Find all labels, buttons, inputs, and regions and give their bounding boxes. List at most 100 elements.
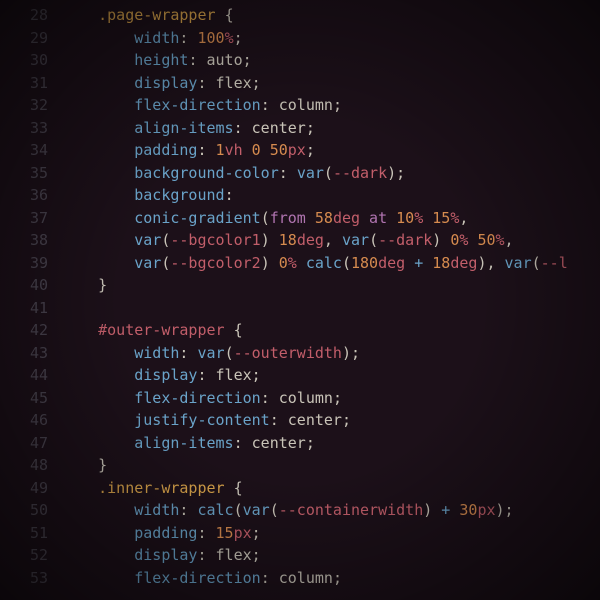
token: --dark xyxy=(333,164,387,182)
line-code[interactable]: display: flex; xyxy=(62,72,600,95)
code-line[interactable]: 50 width: calc(var(--containerwidth) + 3… xyxy=(0,499,600,522)
token: ; xyxy=(234,29,243,47)
line-code[interactable]: conic-gradient(from 58deg at 10% 15%, xyxy=(62,207,600,230)
code-line[interactable]: 40 } xyxy=(0,274,600,297)
line-number: 31 xyxy=(0,72,62,95)
line-code[interactable]: var(--bgcolor1) 18deg, var(--dark) 0% 50… xyxy=(62,229,600,252)
line-code[interactable]: width: var(--outerwidth); xyxy=(62,342,600,365)
code-line[interactable]: 35 background-color: var(--dark); xyxy=(0,162,600,185)
code-line[interactable]: 42 #outer-wrapper { xyxy=(0,319,600,342)
code-line[interactable]: 43 width: var(--outerwidth); xyxy=(0,342,600,365)
code-line[interactable]: 46 justify-content: center; xyxy=(0,409,600,432)
token: : xyxy=(279,164,297,182)
code-line[interactable]: 51 padding: 15px; xyxy=(0,522,600,545)
token: var xyxy=(342,231,369,249)
code-line[interactable]: 41 xyxy=(0,297,600,320)
code-line[interactable]: 36 background: xyxy=(0,184,600,207)
line-code[interactable]: padding: 1vh 0 50px; xyxy=(62,139,600,162)
line-code[interactable]: flex-direction: column; xyxy=(62,387,600,410)
token: px xyxy=(234,524,252,542)
code-line[interactable]: 53 flex-direction: column; xyxy=(0,567,600,590)
line-code[interactable]: } xyxy=(62,454,600,477)
code-line[interactable]: 38 var(--bgcolor1) 18deg, var(--dark) 0%… xyxy=(0,229,600,252)
token: : xyxy=(261,569,279,587)
token: ) xyxy=(432,231,441,249)
code-editor[interactable]: { "editor": { "first_line_number": 28, "… xyxy=(0,0,600,600)
code-line[interactable]: 31 display: flex; xyxy=(0,72,600,95)
line-code[interactable]: } xyxy=(62,274,600,297)
token: --containerwidth xyxy=(279,501,424,519)
token: deg xyxy=(450,254,477,272)
token: ( xyxy=(225,344,234,362)
token xyxy=(441,231,450,249)
token: --bgcolor2 xyxy=(170,254,260,272)
token: : xyxy=(197,141,215,159)
token: --bgcolor1 xyxy=(170,231,260,249)
line-code[interactable]: display: flex; xyxy=(62,544,600,567)
code-line[interactable]: 32 flex-direction: column; xyxy=(0,94,600,117)
line-code[interactable]: width: calc(var(--containerwidth) + 30px… xyxy=(62,499,600,522)
code-line[interactable]: 28 .page-wrapper { xyxy=(0,4,600,27)
line-number: 48 xyxy=(0,454,62,477)
line-number: 40 xyxy=(0,274,62,297)
code-line[interactable]: 39 var(--bgcolor2) 0% calc(180deg + 18de… xyxy=(0,252,600,275)
line-code[interactable]: .page-wrapper { xyxy=(62,4,600,27)
token: display xyxy=(134,546,197,564)
line-code[interactable]: flex-direction: column; xyxy=(62,567,600,590)
line-code[interactable]: background-color: var(--dark); xyxy=(62,162,600,185)
token: , xyxy=(486,254,504,272)
line-code[interactable] xyxy=(62,297,600,320)
token: px xyxy=(288,141,306,159)
line-code[interactable]: align-items: center; xyxy=(62,117,600,140)
token: : xyxy=(179,501,197,519)
token: ; xyxy=(333,96,342,114)
line-code[interactable]: height: auto; xyxy=(62,49,600,72)
code-line[interactable]: 30 height: auto; xyxy=(0,49,600,72)
token xyxy=(270,231,279,249)
code-line[interactable]: 29 width: 100%; xyxy=(0,27,600,50)
code-line[interactable]: 47 align-items: center; xyxy=(0,432,600,455)
line-number: 33 xyxy=(0,117,62,140)
token: ; xyxy=(252,524,261,542)
line-number: 30 xyxy=(0,49,62,72)
token: var xyxy=(243,501,270,519)
line-code[interactable]: display: flex; xyxy=(62,364,600,387)
code-line[interactable]: 48 } xyxy=(0,454,600,477)
code-line[interactable]: 44 display: flex; xyxy=(0,364,600,387)
token: width xyxy=(134,344,179,362)
token: .page-wrapper xyxy=(98,6,224,24)
code-line[interactable]: 52 display: flex; xyxy=(0,544,600,567)
token: height xyxy=(134,51,188,69)
token: : xyxy=(188,51,206,69)
token: , xyxy=(459,209,468,227)
token: ( xyxy=(261,209,270,227)
token: : xyxy=(197,546,215,564)
code-line[interactable]: 34 padding: 1vh 0 50px; xyxy=(0,139,600,162)
line-code[interactable]: width: 100%; xyxy=(62,27,600,50)
line-number: 41 xyxy=(0,297,62,320)
code-line[interactable]: 45 flex-direction: column; xyxy=(0,387,600,410)
line-code[interactable]: justify-content: center; xyxy=(62,409,600,432)
code-line[interactable]: 37 conic-gradient(from 58deg at 10% 15%, xyxy=(0,207,600,230)
code-lines[interactable]: 28 .page-wrapper {29 width: 100%;30 heig… xyxy=(0,4,600,589)
line-code[interactable]: flex-direction: column; xyxy=(62,94,600,117)
token: from xyxy=(270,209,315,227)
token: column xyxy=(279,389,333,407)
line-code[interactable]: padding: 15px; xyxy=(62,522,600,545)
line-number: 43 xyxy=(0,342,62,365)
code-line[interactable]: 49 .inner-wrapper { xyxy=(0,477,600,500)
token: width xyxy=(134,29,179,47)
line-code[interactable]: background: xyxy=(62,184,600,207)
token: align-items xyxy=(134,119,233,137)
token: flex-direction xyxy=(134,569,260,587)
line-code[interactable]: #outer-wrapper { xyxy=(62,319,600,342)
token xyxy=(243,141,252,159)
code-line[interactable]: 33 align-items: center; xyxy=(0,117,600,140)
line-number: 49 xyxy=(0,477,62,500)
line-number: 37 xyxy=(0,207,62,230)
line-code[interactable]: var(--bgcolor2) 0% calc(180deg + 18deg),… xyxy=(62,252,600,275)
line-code[interactable]: align-items: center; xyxy=(62,432,600,455)
token xyxy=(423,209,432,227)
line-code[interactable]: .inner-wrapper { xyxy=(62,477,600,500)
token: 0 xyxy=(279,254,288,272)
